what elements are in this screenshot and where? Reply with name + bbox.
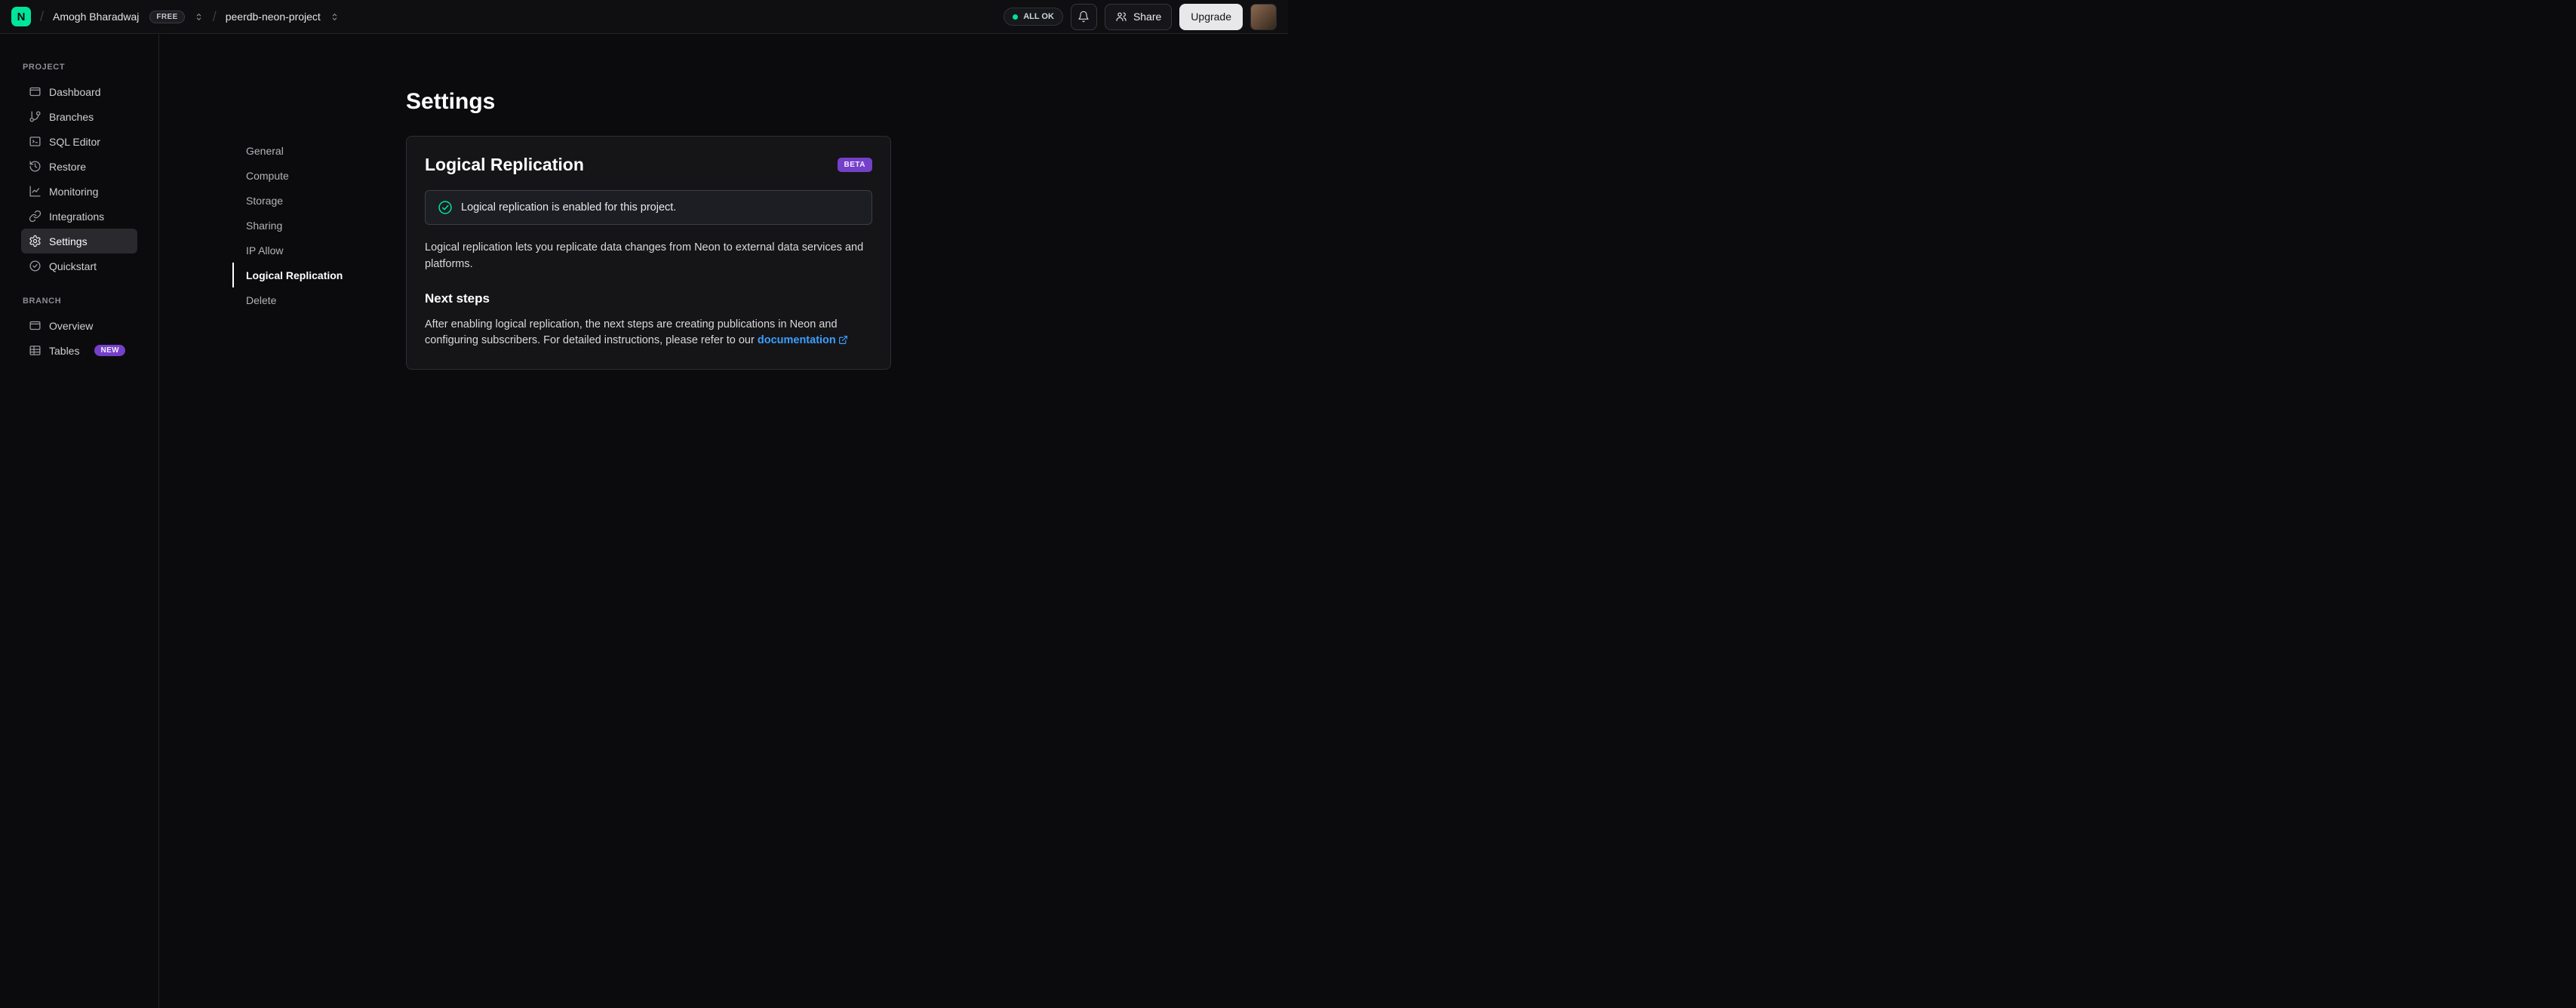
sidebar-item-label: Tables xyxy=(49,344,80,357)
history-icon xyxy=(29,160,41,173)
link-icon xyxy=(29,210,41,223)
sidebar-item-label: Monitoring xyxy=(49,185,99,198)
card-description: Logical replication lets you replicate d… xyxy=(425,241,864,270)
git-branch-icon xyxy=(29,110,41,123)
status-ok-dot xyxy=(1013,14,1019,20)
sidebar-section-project: PROJECT xyxy=(23,63,66,72)
external-link-icon[interactable] xyxy=(838,334,848,351)
users-icon xyxy=(1115,11,1127,23)
sidebar: PROJECT Dashboard Branches SQL Editor Re… xyxy=(0,35,159,1008)
avatar[interactable] xyxy=(1250,3,1277,30)
settings-nav: General Compute Storage Sharing IP Allow… xyxy=(232,89,406,1008)
settings-nav-general[interactable]: General xyxy=(232,138,406,163)
sidebar-item-label: Overview xyxy=(49,319,94,332)
settings-nav-delete[interactable]: Delete xyxy=(232,287,406,312)
page-title: Settings xyxy=(406,89,496,114)
sidebar-item-sql-editor[interactable]: SQL Editor xyxy=(21,129,137,154)
sidebar-item-dashboard[interactable]: Dashboard xyxy=(21,79,137,104)
sidebar-item-monitoring[interactable]: Monitoring xyxy=(21,179,137,204)
settings-nav-compute[interactable]: Compute xyxy=(232,163,406,188)
sidebar-item-overview[interactable]: Overview xyxy=(21,313,137,338)
terminal-window-icon xyxy=(29,135,41,148)
sidebar-item-label: Quickstart xyxy=(49,260,97,272)
status-label: ALL OK xyxy=(1023,12,1054,21)
settings-nav-storage[interactable]: Storage xyxy=(232,188,406,213)
breadcrumb-separator: / xyxy=(212,8,217,24)
neon-logo[interactable]: N xyxy=(11,7,31,26)
upgrade-label: Upgrade xyxy=(1191,11,1231,23)
gear-icon xyxy=(29,235,41,247)
sidebar-item-branches[interactable]: Branches xyxy=(21,104,137,129)
table-icon xyxy=(29,344,41,357)
check-circle-icon xyxy=(438,200,453,215)
settings-nav-sharing[interactable]: Sharing xyxy=(232,213,406,238)
settings-nav-logical-replication[interactable]: Logical Replication xyxy=(232,263,406,287)
status-badge[interactable]: ALL OK xyxy=(1004,8,1063,26)
logical-replication-card: Logical Replication BETA Logical replica… xyxy=(406,136,891,370)
notice-text: Logical replication is enabled for this … xyxy=(461,201,677,214)
breadcrumb-org-name[interactable]: Amogh Bharadwaj xyxy=(53,11,139,23)
project-selector-chevron-icon[interactable] xyxy=(330,12,340,22)
share-button[interactable]: Share xyxy=(1104,3,1173,30)
sidebar-section-branch: BRANCH xyxy=(23,297,62,306)
chart-line-icon xyxy=(29,185,41,198)
documentation-link[interactable]: documentation xyxy=(758,334,836,346)
new-badge: NEW xyxy=(94,345,125,356)
sidebar-item-tables[interactable]: Tables NEW xyxy=(21,338,137,363)
dashboard-icon xyxy=(29,85,41,98)
sidebar-item-quickstart[interactable]: Quickstart xyxy=(21,254,137,278)
window-icon xyxy=(29,319,41,332)
next-steps-paragraph: After enabling logical replication, the … xyxy=(425,317,872,352)
org-selector-chevron-icon[interactable] xyxy=(194,12,204,22)
next-steps-title: Next steps xyxy=(425,290,490,306)
topbar: N / Amogh Bharadwaj FREE / peerdb-neon-p… xyxy=(0,0,1288,34)
sidebar-item-integrations[interactable]: Integrations xyxy=(21,204,137,229)
upgrade-button[interactable]: Upgrade xyxy=(1179,3,1243,30)
sidebar-item-label: Integrations xyxy=(49,210,105,223)
share-label: Share xyxy=(1133,11,1162,23)
notifications-button[interactable] xyxy=(1070,3,1097,30)
breadcrumb-project-name[interactable]: peerdb-neon-project xyxy=(226,11,321,23)
sidebar-item-label: Branches xyxy=(49,110,94,123)
card-title: Logical Replication xyxy=(425,155,584,174)
bell-icon xyxy=(1077,11,1090,23)
main-content: General Compute Storage Sharing IP Allow… xyxy=(159,35,2576,1008)
sidebar-item-label: Restore xyxy=(49,160,87,173)
org-plan-badge: FREE xyxy=(149,10,185,23)
sidebar-item-restore[interactable]: Restore xyxy=(21,154,137,179)
breadcrumb-separator: / xyxy=(40,8,45,24)
check-circle-icon xyxy=(29,260,41,272)
sidebar-item-label: Dashboard xyxy=(49,85,101,98)
sidebar-item-label: Settings xyxy=(49,235,88,247)
beta-badge: BETA xyxy=(837,158,872,172)
sidebar-item-settings[interactable]: Settings xyxy=(21,229,137,254)
replication-enabled-notice: Logical replication is enabled for this … xyxy=(425,190,872,225)
settings-nav-ip-allow[interactable]: IP Allow xyxy=(232,238,406,263)
sidebar-item-label: SQL Editor xyxy=(49,135,100,148)
